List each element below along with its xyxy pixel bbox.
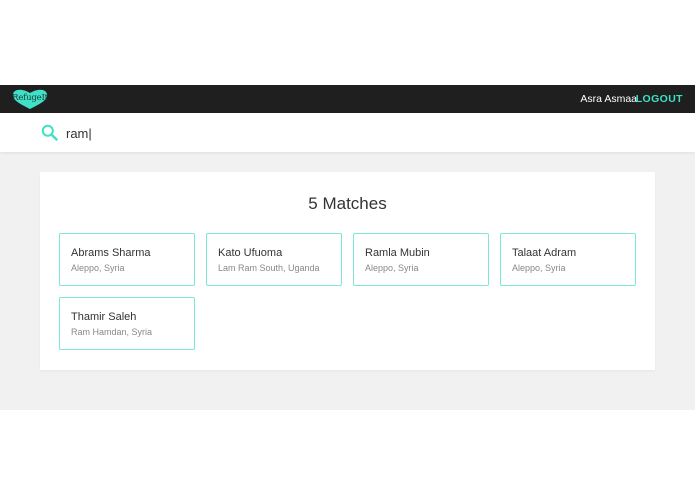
- navbar: RefugeIt Asra Asmaa LOGOUT: [0, 85, 695, 113]
- user-name: Asra Asmaa: [580, 93, 637, 105]
- search-bar: [0, 113, 695, 152]
- logout-link[interactable]: LOGOUT: [636, 93, 683, 105]
- result-location: Aleppo, Syria: [71, 263, 125, 273]
- matches-title: 5 Matches: [308, 194, 387, 213]
- result-location: Ram Hamdan, Syria: [71, 327, 153, 337]
- logo-text: RefugeIt: [12, 93, 48, 103]
- result-location: Lam Ram South, Uganda: [218, 263, 320, 273]
- result-location: Aleppo, Syria: [512, 263, 566, 273]
- result-name: Ramla Mubin: [365, 247, 430, 259]
- result-card[interactable]: Kato Ufuoma Lam Ram South, Uganda: [206, 233, 342, 286]
- result-name: Talaat Adram: [512, 247, 577, 259]
- app-container: RefugeIt Asra Asmaa LOGOUT 5 Matches Abr…: [0, 85, 695, 410]
- result-card[interactable]: Talaat Adram Aleppo, Syria: [500, 233, 636, 286]
- search-input[interactable]: [66, 123, 666, 143]
- search-icon[interactable]: [41, 124, 58, 141]
- results-panel: 5 Matches Abrams Sharma Aleppo, Syria Ka…: [40, 172, 655, 370]
- result-name: Thamir Saleh: [71, 311, 137, 323]
- result-card[interactable]: Abrams Sharma Aleppo, Syria: [59, 233, 195, 286]
- result-card[interactable]: Thamir Saleh Ram Hamdan, Syria: [59, 297, 195, 350]
- result-name: Kato Ufuoma: [218, 247, 283, 259]
- result-name: Abrams Sharma: [71, 247, 151, 259]
- result-card[interactable]: Ramla Mubin Aleppo, Syria: [353, 233, 489, 286]
- result-location: Aleppo, Syria: [365, 263, 419, 273]
- logo[interactable]: RefugeIt: [11, 88, 49, 110]
